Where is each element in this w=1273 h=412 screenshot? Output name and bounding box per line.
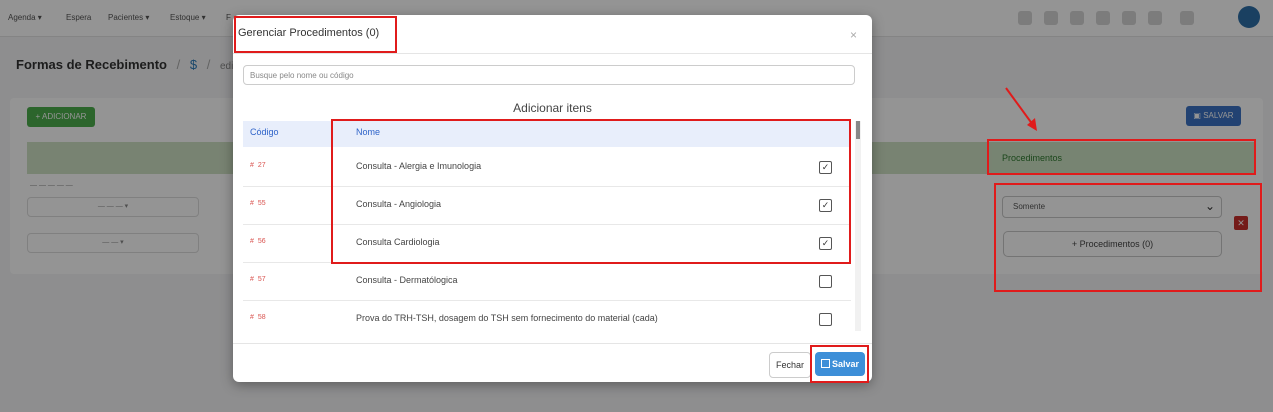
row-checkbox[interactable] <box>819 275 832 288</box>
row-code: #58 <box>250 314 266 321</box>
row-code: #27 <box>250 162 266 169</box>
search-input[interactable] <box>243 65 855 85</box>
annotation-box-save <box>810 345 869 383</box>
annotation-box-title <box>234 16 397 53</box>
row-name: Prova do TRH-TSH, dosagem do TSH sem for… <box>356 313 658 323</box>
annotation-arrow-icon <box>1005 87 1037 131</box>
annotation-box-procedures-cell <box>994 183 1262 292</box>
row-checkbox[interactable] <box>819 313 832 326</box>
modal-header-divider <box>233 53 872 54</box>
row-name: Consulta - Dermatólogica <box>356 275 458 285</box>
table-row[interactable]: #57 Consulta - Dermatólogica <box>243 262 851 301</box>
table-row[interactable]: #58 Prova do TRH-TSH, dosagem do TSH sem… <box>243 300 851 338</box>
column-header-code: Código <box>250 127 279 137</box>
add-items-heading: Adicionar itens <box>513 101 592 115</box>
list-scrollbar[interactable] <box>855 121 861 331</box>
list-scrollbar-thumb[interactable] <box>856 121 860 139</box>
annotation-box-procedures-header <box>987 139 1256 175</box>
close-icon[interactable]: × <box>850 28 857 42</box>
modal-footer-divider <box>233 343 872 344</box>
row-code: #55 <box>250 200 266 207</box>
row-code: #57 <box>250 276 266 283</box>
row-code: #56 <box>250 238 266 245</box>
close-button[interactable]: Fechar <box>769 352 811 378</box>
annotation-box-rows <box>331 119 851 264</box>
